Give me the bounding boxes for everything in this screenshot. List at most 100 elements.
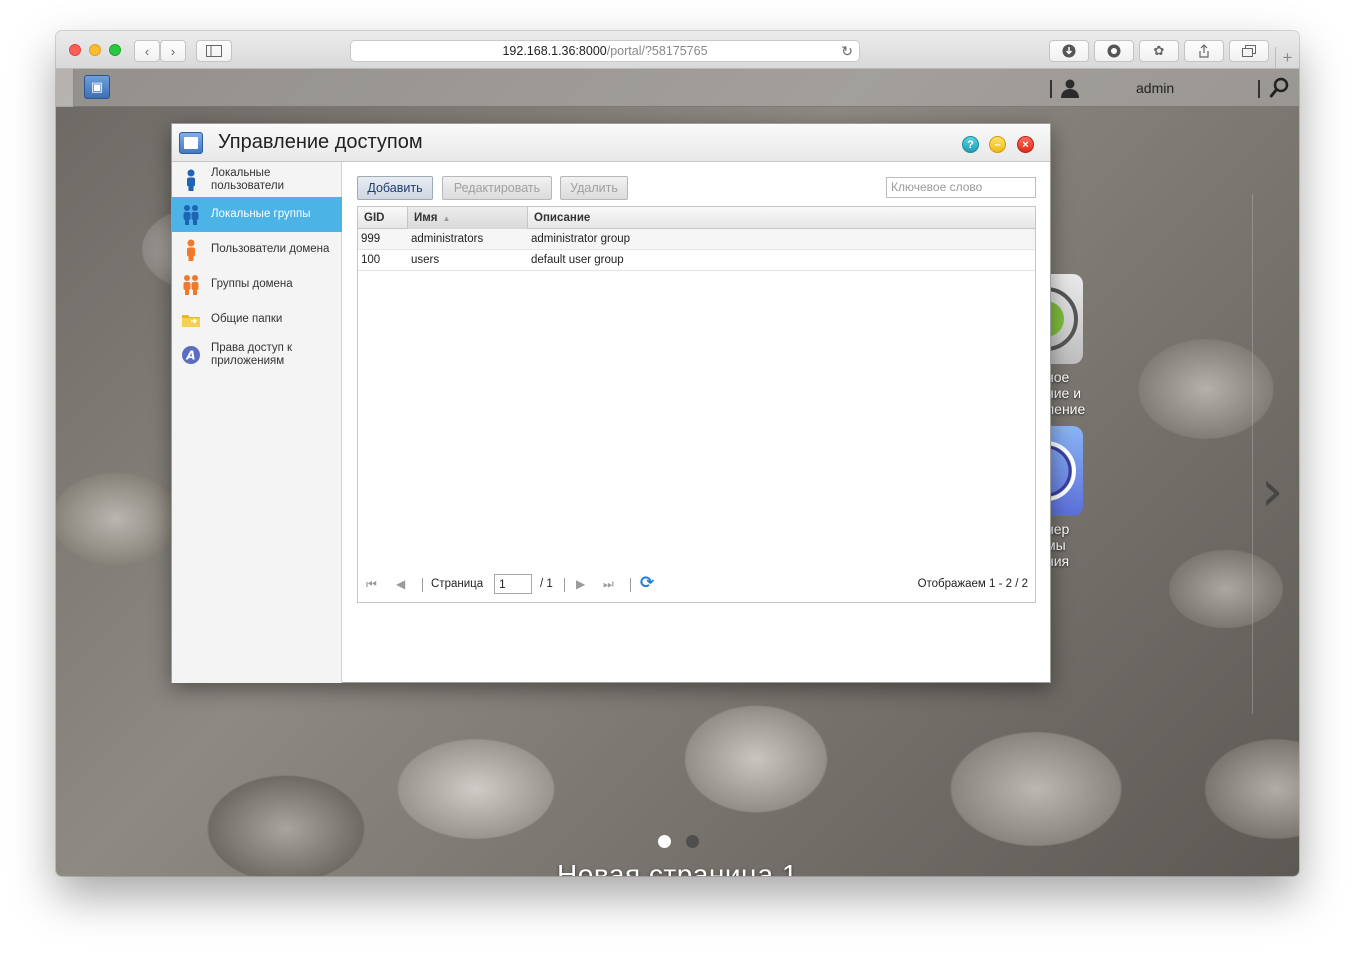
share-icon	[1199, 44, 1209, 58]
sidebar-item-label: Локальные группы	[211, 208, 311, 220]
edit-button[interactable]: Редактировать	[442, 176, 552, 200]
table-row[interactable]: 999 administrators administrator group	[358, 229, 1035, 250]
close-icon: ×	[1022, 138, 1029, 151]
domain-user-icon	[187, 239, 195, 261]
cell-gid: 100	[361, 254, 381, 266]
cell-description: administrator group	[531, 233, 631, 245]
back-button[interactable]: ‹	[134, 40, 160, 62]
next-page-arrow-icon[interactable]: ›	[1261, 459, 1283, 524]
tabs-overview-button[interactable]	[1229, 40, 1269, 62]
group-icon	[183, 204, 199, 225]
next-page-icon[interactable]: ▶	[576, 577, 585, 591]
main-menu-button[interactable]: ▣	[84, 75, 110, 99]
user-icon	[187, 169, 195, 191]
browser-window: ‹ › 192.168.1.36:8000/portal/?58175765 ↻…	[56, 31, 1299, 876]
taskbar-edge	[56, 69, 74, 107]
svg-text:A: A	[185, 348, 195, 362]
username-label[interactable]: admin	[1136, 80, 1174, 96]
chevron-left-icon: ‹	[144, 43, 150, 59]
sidebar-item-domain-users[interactable]: Пользователи домена	[172, 232, 342, 267]
groups-table: GID Имя ▲ Описание 999 administrators adm…	[357, 206, 1036, 603]
paw-icon: ✿	[1153, 43, 1165, 58]
desktop-divider	[1252, 194, 1253, 714]
extension-button[interactable]	[1094, 40, 1134, 62]
sidebar-item-label: Локальные пользователи	[211, 166, 285, 192]
chevron-right-icon: ›	[170, 43, 176, 59]
column-header-gid[interactable]: GID	[358, 207, 408, 229]
page-number-input[interactable]: 1	[494, 574, 532, 594]
taskbar-separator	[1050, 80, 1052, 98]
pager-separator	[564, 578, 565, 592]
window-title-bar[interactable]: Управление доступом ? – ×	[172, 124, 1050, 162]
paw-extension-button[interactable]: ✿	[1139, 40, 1179, 62]
last-page-icon[interactable]: ⏭	[603, 577, 614, 592]
desktop-page-name: Новая страница 1	[557, 859, 798, 876]
sidebar-item-local-groups[interactable]: Локальные группы	[172, 197, 342, 232]
sidebar-icon	[206, 45, 222, 57]
cell-name: users	[411, 254, 440, 266]
url-host: 192.168.1.36:8000	[502, 44, 607, 58]
folder-icon	[182, 314, 200, 327]
help-icon: ?	[967, 138, 974, 151]
add-button[interactable]: Добавить	[357, 176, 433, 200]
power-schedule-icon	[1016, 441, 1076, 501]
page-label: Страница	[431, 578, 484, 590]
pager-separator	[630, 578, 631, 592]
backup-icon	[1014, 287, 1078, 351]
reload-icon[interactable]: ↻	[841, 43, 853, 60]
sidebar-item-label: Общие папки	[211, 313, 283, 325]
access-control-window: Управление доступом ? – × Локальные поль…	[171, 123, 1051, 683]
table-row[interactable]: 100 users default user group	[358, 250, 1035, 271]
new-tab-button[interactable]: +	[1275, 47, 1299, 69]
search-icon[interactable]	[1269, 77, 1289, 99]
sidebar-item-local-users[interactable]: Локальные пользователи	[172, 162, 342, 197]
keyword-search-input[interactable]: Ключевое слово	[886, 177, 1036, 198]
app-icon	[179, 132, 203, 154]
browser-toolbar: ‹ › 192.168.1.36:8000/portal/?58175765 ↻…	[56, 31, 1299, 69]
minimize-button[interactable]: –	[989, 136, 1006, 153]
first-page-icon[interactable]: ⏮	[366, 577, 377, 592]
forward-button[interactable]: ›	[160, 40, 186, 62]
sidebar-item-label: Пользователи домена	[211, 243, 330, 255]
download-icon	[1062, 44, 1076, 58]
column-header-name[interactable]: Имя ▲	[408, 207, 528, 229]
sidebar-toggle-button[interactable]	[196, 40, 232, 62]
cell-description: default user group	[531, 254, 624, 266]
dsm-desktop: ▣ admin ное ние и ление нер мы ния › Нов…	[56, 69, 1299, 876]
share-button[interactable]	[1184, 40, 1224, 62]
close-button[interactable]: ×	[1017, 136, 1034, 153]
help-button[interactable]: ?	[962, 136, 979, 153]
page-indicator-dot[interactable]	[686, 835, 699, 848]
app-privileges-icon: A	[182, 345, 200, 364]
downloads-button[interactable]	[1049, 40, 1089, 62]
id-card-icon: ▣	[90, 79, 104, 94]
cell-gid: 999	[361, 233, 381, 245]
sort-ascending-icon: ▲	[442, 214, 451, 223]
delete-button[interactable]: Удалить	[560, 176, 628, 200]
sidebar-item-label: Права доступ к приложениям	[211, 341, 293, 367]
column-header-description[interactable]: Описание	[528, 207, 1035, 229]
window-title: Управление доступом	[218, 131, 423, 153]
browser-close-button[interactable]	[69, 44, 81, 56]
shield-icon	[1107, 44, 1121, 58]
sidebar-item-shared-folders[interactable]: Общие папки	[172, 302, 342, 337]
address-bar[interactable]: 192.168.1.36:8000/portal/?58175765 ↻	[350, 40, 860, 62]
refresh-icon[interactable]: ⟳	[640, 573, 654, 593]
previous-page-icon[interactable]: ◀	[396, 577, 405, 591]
sidebar-item-app-privileges[interactable]: A Права доступ к приложениям	[172, 337, 342, 372]
pager-separator	[422, 578, 423, 592]
display-count: Отображаем 1 - 2 / 2	[917, 578, 1028, 590]
sidebar: Локальные пользователи Локальные группы …	[172, 162, 342, 683]
desktop-app-icon[interactable]	[1016, 426, 1083, 516]
page-indicator-dot[interactable]	[658, 835, 671, 848]
browser-zoom-button[interactable]	[109, 44, 121, 56]
sidebar-item-label: Группы домена	[211, 278, 293, 290]
user-icon[interactable]	[1060, 78, 1080, 98]
taskbar-separator	[1258, 80, 1260, 98]
pagination-bar: ⏮ ◀ Страница 1 / 1 ▶ ⏭ ⟳ Отображаем 1 - …	[358, 569, 1035, 599]
cell-name: administrators	[411, 233, 484, 245]
sidebar-item-domain-groups[interactable]: Группы домена	[172, 267, 342, 302]
minimize-icon: –	[994, 138, 1001, 151]
browser-minimize-button[interactable]	[89, 44, 101, 56]
desktop-app-icon[interactable]	[1014, 274, 1083, 364]
